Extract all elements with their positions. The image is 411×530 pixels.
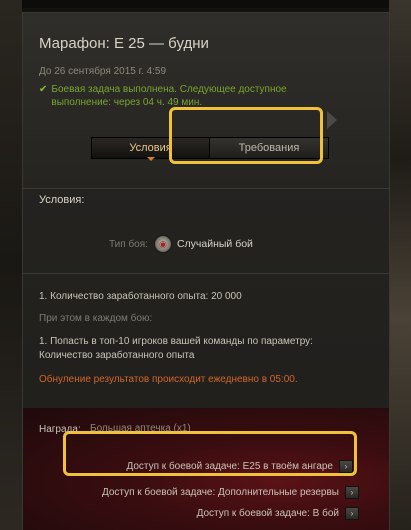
access-quest-3[interactable]: Доступ к боевой задаче: В бой › xyxy=(197,507,359,520)
divider xyxy=(23,188,389,189)
background-right-strip xyxy=(389,0,411,530)
quest-status: ✔ Боевая задача выполнена. Следующее дос… xyxy=(39,83,309,109)
quest-deadline: До 26 сентября 2015 г. 4:59 xyxy=(39,66,167,77)
background-left-strip xyxy=(0,0,22,530)
next-quest-arrow-icon[interactable] xyxy=(327,111,337,129)
conditions-title: Условия: xyxy=(39,194,85,206)
chevron-right-icon[interactable]: › xyxy=(345,486,359,499)
each-battle-label: При этом в каждом бою: xyxy=(39,313,153,324)
condition-2: 1. Попасть в топ-10 игроков вашей команд… xyxy=(39,336,313,361)
reset-note: Обнуление результатов происходит ежеднев… xyxy=(39,374,298,385)
chevron-right-icon[interactable]: › xyxy=(345,507,359,520)
battle-type-label: Тип боя: xyxy=(109,238,148,250)
battle-type-value: Случайный бой xyxy=(176,238,253,250)
highlight-access-quest xyxy=(63,431,357,476)
quest-status-text: Боевая задача выполнена. Следующее досту… xyxy=(51,84,287,108)
divider xyxy=(23,273,389,274)
highlight-requirements-tab xyxy=(169,107,323,164)
random-battle-icon: ◉ xyxy=(153,235,172,253)
window-top-edge xyxy=(0,0,411,8)
battle-type-row: Тип боя: ◉ Случайный бой xyxy=(109,235,253,253)
access-quest-3-label: Доступ к боевой задаче: В бой xyxy=(196,508,339,519)
condition-1: 1. Количество заработанного опыта: 20 00… xyxy=(39,291,242,302)
quest-title: Марафон: Е 25 — будни xyxy=(39,35,209,52)
access-quest-2[interactable]: Доступ к боевой задаче: Дополнительные р… xyxy=(102,486,359,499)
access-quest-2-label: Доступ к боевой задаче: Дополнительные р… xyxy=(101,487,339,498)
check-icon: ✔ xyxy=(39,84,48,95)
